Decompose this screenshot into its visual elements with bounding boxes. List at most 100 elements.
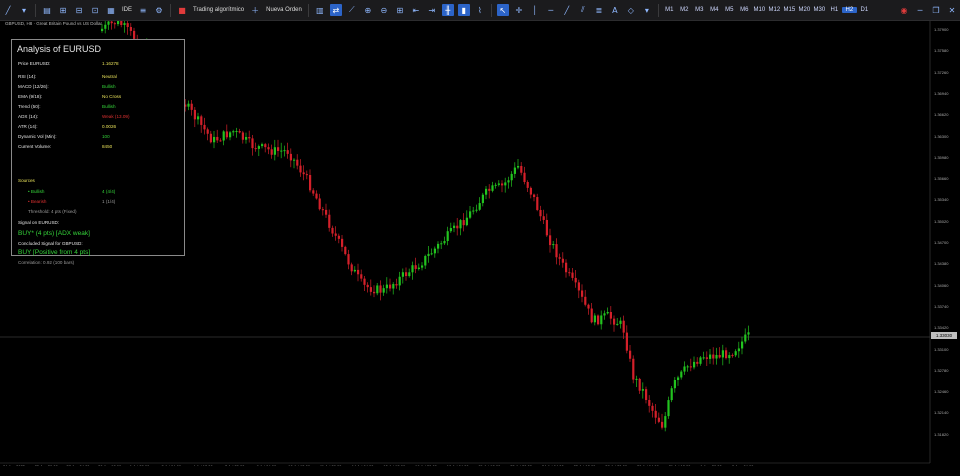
navigator-icon[interactable]: ⊡ (89, 4, 101, 16)
candle-body (657, 417, 660, 422)
timeframe-m12-button[interactable]: M12 (767, 7, 782, 13)
timeframe-m5-button[interactable]: M5 (722, 7, 737, 13)
timeframe-h2-button[interactable]: H2 (841, 7, 857, 13)
candle-body (296, 159, 299, 166)
restore-icon[interactable]: ❐ (930, 4, 942, 16)
candle-body (504, 182, 507, 186)
candle-body (549, 235, 552, 246)
candle-body (680, 371, 683, 378)
price-tick-label: 1.34060 (934, 282, 949, 288)
timeframe-m10-button[interactable]: M10 (752, 7, 767, 13)
templates-icon[interactable]: ⊞ (57, 4, 69, 16)
crosshair-tool-icon[interactable]: ✛ (513, 4, 525, 16)
candle-body (459, 220, 462, 229)
timeframe-h1-button[interactable]: H1 (827, 7, 842, 13)
candlestick-icon[interactable]: ▮ (457, 4, 470, 16)
candle-body (654, 410, 657, 418)
candle-body (209, 133, 212, 143)
candle-body (379, 285, 382, 293)
profiles-icon[interactable]: ▤ (41, 4, 53, 16)
bar-chart-icon[interactable]: ╫ (441, 4, 454, 16)
candle-body (360, 274, 363, 279)
timeframe-d1-button[interactable]: D1 (857, 7, 872, 13)
price-tick-label: 1.36300 (934, 133, 949, 139)
trendline-icon[interactable]: ╱ (561, 4, 573, 16)
timeframe-m3-button[interactable]: M3 (692, 7, 707, 13)
timeframe-m15-button[interactable]: M15 (782, 7, 797, 13)
candle-body (347, 254, 350, 265)
timeframe-m20-button[interactable]: M20 (797, 7, 812, 13)
candle-body (350, 264, 353, 272)
one-click-icon[interactable]: ⇄ (329, 4, 342, 16)
bullish-label: • Bullish (28, 189, 45, 194)
shapes-icon[interactable]: ◇ (625, 4, 637, 16)
candle-body (110, 21, 113, 24)
price-tick-label: 1.34380 (934, 261, 949, 267)
minimize-icon[interactable]: ─ (914, 4, 926, 16)
market-depth-icon[interactable]: ▥ (314, 4, 326, 16)
indicator-value: 1.16278 (102, 61, 119, 66)
candle-body (277, 147, 280, 151)
new-order-button[interactable]: Nueva Orden (266, 7, 302, 13)
candle-body (686, 366, 689, 368)
candle-body (197, 116, 200, 120)
shift-icon[interactable]: ⇥ (426, 4, 438, 16)
chart-dropdown-icon[interactable]: ▾ (18, 4, 30, 16)
chart-area[interactable]: GBPUSD, H8 · Great Britain Pound vs US D… (0, 21, 960, 476)
bearish-value: 1 (1/4) (102, 199, 116, 204)
candle-body (328, 214, 331, 228)
algo-trading-icon[interactable]: ■ (176, 4, 188, 16)
zoom-out-icon[interactable]: ⊖ (378, 4, 390, 16)
candle-body (309, 175, 312, 191)
ide-button[interactable]: IDE (122, 7, 132, 13)
candle-body (645, 389, 648, 401)
algo-trading-button[interactable]: Trading algorítmico (193, 7, 244, 13)
new-order-icon[interactable]: ＋ (249, 4, 261, 16)
divider (35, 3, 36, 17)
timeframe-m1-button[interactable]: M1 (662, 7, 677, 13)
candle-body (478, 203, 481, 210)
fibonacci-icon[interactable]: ≣ (593, 4, 605, 16)
cursor-icon[interactable]: ↖ (496, 4, 509, 16)
candle-body (606, 311, 609, 314)
timeframe-m4-button[interactable]: M4 (707, 7, 722, 13)
vertical-line-icon[interactable]: │ (529, 4, 541, 16)
more-tools-icon[interactable]: ▾ (641, 4, 653, 16)
timeframe-m2-button[interactable]: M2 (677, 7, 692, 13)
strategy-tester-icon[interactable]: ⚙ (153, 4, 165, 16)
market-watch-icon[interactable]: ⊟ (73, 4, 85, 16)
signals-icon[interactable]: ⟋ (346, 4, 358, 16)
timeframe-m30-button[interactable]: M30 (812, 7, 827, 13)
line-chart-icon[interactable]: ⌇ (474, 4, 486, 16)
price-tick-label: 1.33420 (934, 325, 949, 331)
terminal-icon[interactable]: ▦ (105, 4, 117, 16)
candle-body (385, 284, 388, 289)
alert-icon[interactable]: ◉ (898, 4, 910, 16)
zoom-in-icon[interactable]: ⊕ (362, 4, 374, 16)
candle-body (392, 284, 395, 289)
crosshair-icon[interactable]: ╱ (2, 4, 14, 16)
candle-body (376, 285, 379, 294)
close-icon[interactable]: ✕ (946, 4, 958, 16)
script-icon[interactable]: ≡ (137, 4, 149, 16)
candle-body (203, 124, 206, 130)
timeframe-m6-button[interactable]: M6 (737, 7, 752, 13)
candle-body (318, 198, 321, 210)
candle-body (715, 354, 718, 359)
candle-body (232, 131, 235, 133)
scroll-icon[interactable]: ⇤ (410, 4, 422, 16)
candle-body (670, 388, 673, 401)
candle-body (437, 243, 440, 249)
candle-body (334, 233, 337, 236)
candle-body (718, 354, 721, 358)
candle-body (216, 136, 219, 141)
candle-body (366, 284, 369, 288)
price-tick-label: 1.32460 (934, 389, 949, 395)
horizontal-line-icon[interactable]: ─ (545, 4, 557, 16)
text-tool-icon[interactable]: A (609, 4, 621, 16)
channel-icon[interactable]: ⫽ (577, 4, 589, 16)
tile-windows-icon[interactable]: ⊞ (394, 4, 406, 16)
indicator-label: Trend (50): (18, 104, 41, 109)
price-tick-label: 1.31820 (934, 431, 949, 437)
candle-body (373, 291, 376, 294)
